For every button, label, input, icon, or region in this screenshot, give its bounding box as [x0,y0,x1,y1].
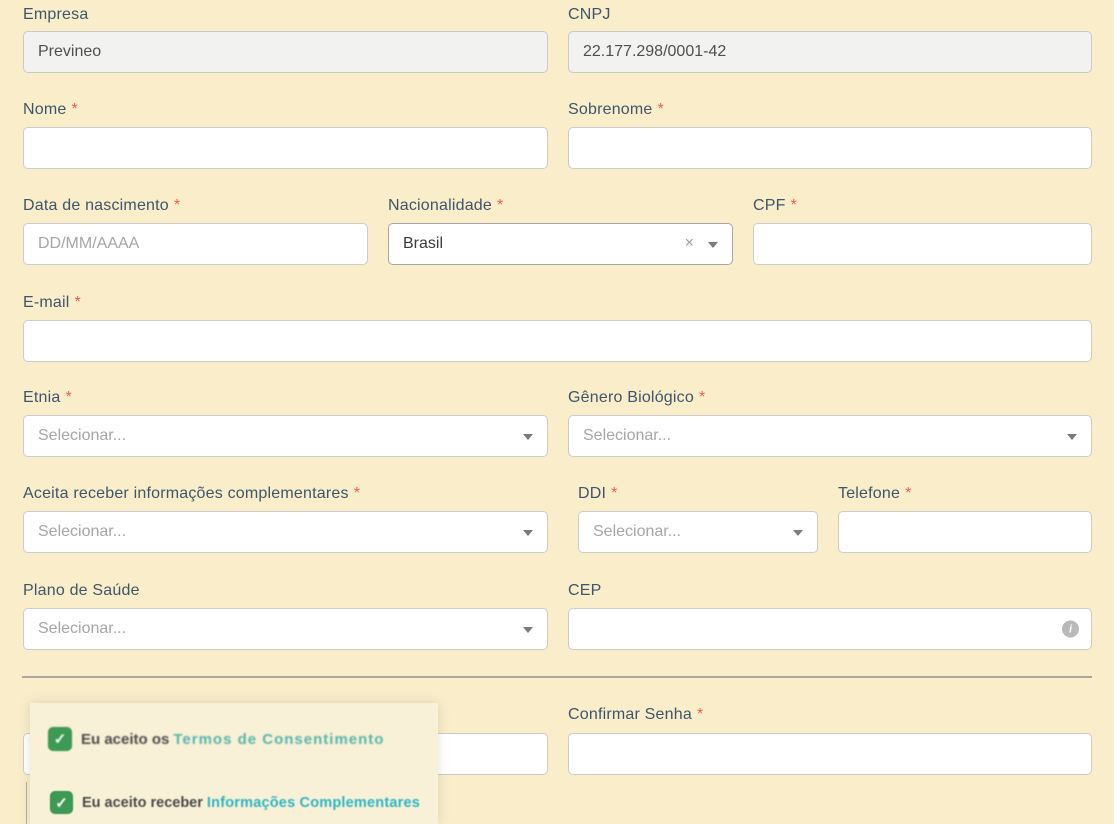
terms-link[interactable]: Termos de Consentimento [173,731,384,748]
nacionalidade-select[interactable]: Brasil × [388,223,733,265]
plano-saude-label: Plano de Saúde [23,582,140,600]
email-field[interactable] [23,320,1092,362]
cep-field-wrap: i [568,608,1092,650]
data-nascimento-field[interactable] [23,223,368,265]
cep-field[interactable] [568,608,1092,650]
aceita-receber-placeholder: Selecionar... [38,523,126,541]
confirmar-senha-label: Confirmar Senha* [568,706,703,724]
plano-saude-select[interactable]: Selecionar... [23,608,548,650]
sobrenome-field[interactable] [568,127,1092,169]
chevron-down-icon[interactable] [1067,434,1077,440]
info-consent-checkbox[interactable]: ✓ [50,791,73,814]
nome-field[interactable] [23,127,548,169]
email-label: E-mail* [23,294,81,312]
chevron-down-icon[interactable] [523,530,533,536]
nacionalidade-label: Nacionalidade* [388,197,503,215]
terms-checkbox[interactable]: ✓ [48,727,72,751]
etnia-label: Etnia* [23,389,72,407]
confirmar-senha-field[interactable] [568,733,1092,775]
chevron-down-icon[interactable] [793,530,803,536]
chevron-down-icon[interactable] [708,242,718,248]
empresa-field [23,31,548,73]
plano-saude-placeholder: Selecionar... [38,620,126,638]
telefone-field[interactable] [838,511,1092,553]
registration-form: Empresa CNPJ Nome* Sobrenome* Data de na… [0,0,1114,824]
aceita-receber-label: Aceita receber informações complementare… [23,485,360,503]
cnpj-label: CNPJ [568,6,611,24]
cpf-label: CPF* [753,197,797,215]
chevron-down-icon[interactable] [523,627,533,633]
ddi-placeholder: Selecionar... [593,523,681,541]
info-consent-link[interactable]: Informações Complementares [207,795,420,811]
clear-icon[interactable]: × [685,236,694,252]
etnia-select[interactable]: Selecionar... [23,415,548,457]
sobrenome-label: Sobrenome* [568,101,664,119]
terms-text: Eu aceito osTermos de Consentimento [81,731,384,748]
chevron-down-icon[interactable] [523,434,533,440]
genero-biologico-select[interactable]: Selecionar... [568,415,1092,457]
telefone-label: Telefone* [838,485,912,503]
nome-label: Nome* [23,101,78,119]
nacionalidade-value: Brasil [403,235,443,253]
info-consent-text: Eu aceito receberInformações Complementa… [82,795,420,811]
aceita-receber-select[interactable]: Selecionar... [23,511,548,553]
info-icon[interactable]: i [1062,621,1079,638]
etnia-placeholder: Selecionar... [38,427,126,445]
empresa-label: Empresa [23,6,88,24]
cnpj-field [568,31,1092,73]
ddi-select[interactable]: Selecionar... [578,511,818,553]
genero-biologico-placeholder: Selecionar... [583,427,671,445]
hidden-field-border [26,782,27,824]
cep-label: CEP [568,582,602,600]
cpf-field[interactable] [753,223,1092,265]
consent-overlay-panel: ✓ Eu aceito osTermos de Consentimento ✓ … [30,703,438,824]
section-divider [22,676,1092,678]
consent-terms-row: ✓ Eu aceito osTermos de Consentimento [48,727,384,751]
data-nascimento-label: Data de nascimento* [23,197,180,215]
consent-info-row: ✓ Eu aceito receberInformações Complemen… [50,791,420,814]
genero-biologico-label: Gênero Biológico* [568,389,705,407]
ddi-label: DDI* [578,485,618,503]
